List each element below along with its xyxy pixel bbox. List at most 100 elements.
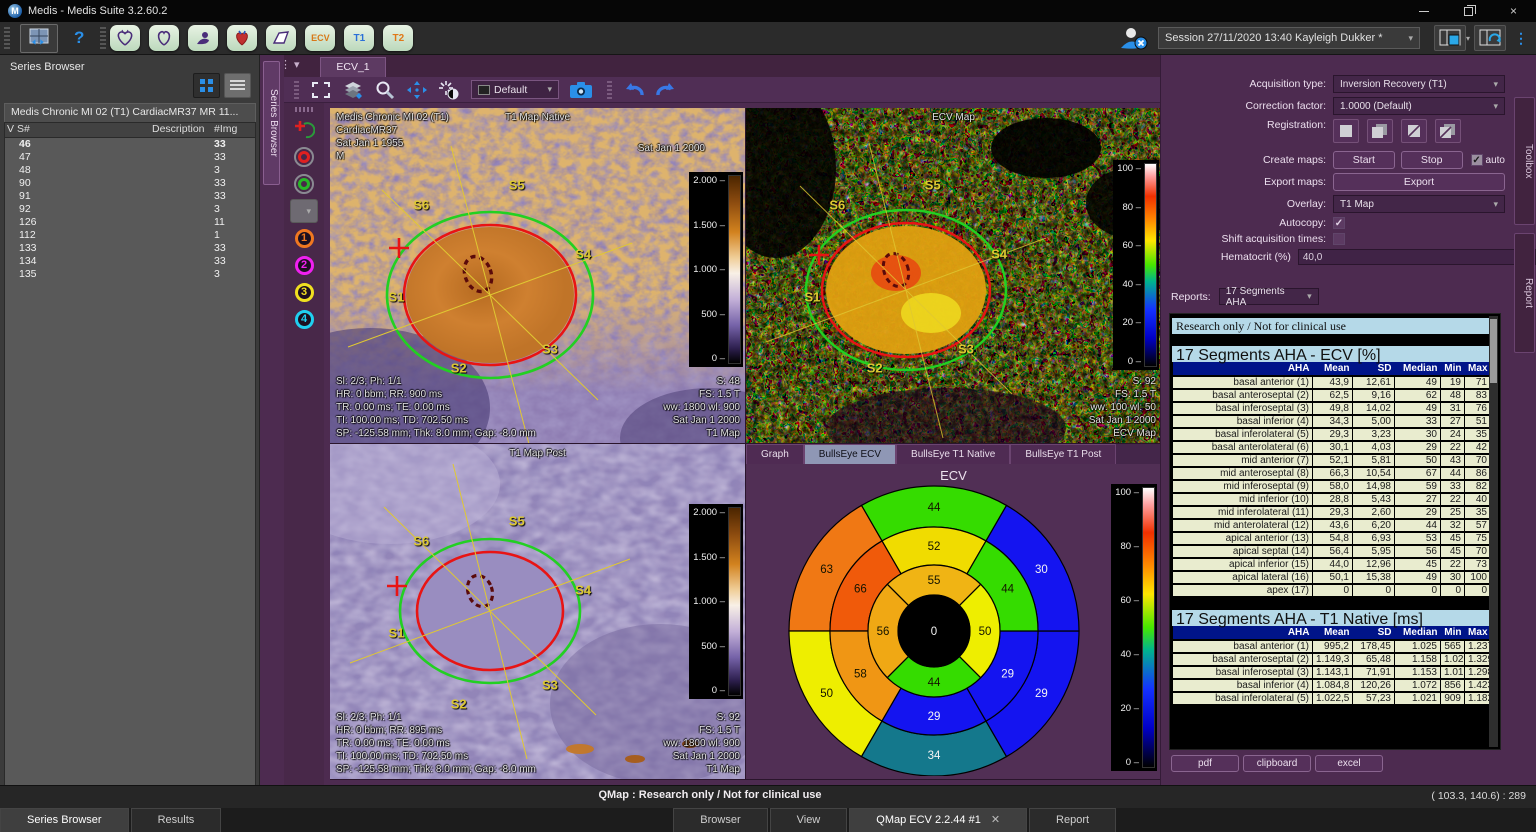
series-row[interactable]: 9133 [5, 190, 255, 203]
roi-1-tool[interactable]: 1 [290, 226, 318, 250]
ecv-app-icon[interactable]: ECV [305, 25, 335, 51]
roi-3-tool[interactable]: 3 [290, 280, 318, 304]
col-visible[interactable]: V [5, 123, 15, 137]
pan-icon[interactable] [404, 79, 430, 101]
close-button[interactable]: × [1491, 0, 1536, 22]
series-row[interactable]: 1353 [5, 268, 255, 281]
app-tab-browser[interactable]: Browser [673, 808, 767, 832]
grid-view-button[interactable] [193, 73, 220, 98]
reference-point-tool[interactable] [290, 118, 318, 142]
series-row[interactable]: 9033 [5, 177, 255, 190]
hematocrit-input[interactable] [1298, 249, 1536, 265]
series-browser-side-tab[interactable]: Series Browser [263, 61, 280, 185]
col-num-images[interactable]: #Img [212, 123, 252, 137]
col-description[interactable]: Description [150, 123, 212, 137]
autocopy-checkbox[interactable]: ✓ [1333, 217, 1345, 229]
acquisition-type-select[interactable]: Inversion Recovery (T1) [1333, 75, 1505, 93]
fit-to-view-icon[interactable] [308, 79, 334, 101]
pdf-button[interactable]: pdf [1171, 755, 1239, 772]
session-select[interactable]: Session 27/11/2020 13:40 Kayleigh Dukker… [1158, 27, 1420, 49]
start-button[interactable]: Start [1333, 151, 1395, 169]
window-level-icon[interactable] [436, 79, 462, 101]
bullseye-tab-bullseye-t1-native[interactable]: BullsEye T1 Native [896, 444, 1010, 464]
app-tab-qmap-ecv-2-2-44-1[interactable]: QMap ECV 2.2.44 #1✕ [849, 808, 1027, 832]
save-layout-caret[interactable]: ▾ [1466, 34, 1470, 43]
correction-factor-select[interactable]: 1.0000 (Default) [1333, 97, 1505, 115]
stop-button[interactable]: Stop [1401, 151, 1463, 169]
mesh-icon[interactable] [266, 25, 296, 51]
reset-layout-button[interactable] [1474, 25, 1506, 51]
roi-4-tool[interactable]: 4 [290, 307, 318, 331]
preset-select[interactable]: Default [471, 80, 559, 99]
undo-icon[interactable] [621, 79, 647, 101]
reports-select[interactable]: 17 Segments AHA [1219, 288, 1319, 305]
series-row[interactable]: 4733 [5, 151, 255, 164]
t1-app-icon[interactable]: T1 [344, 25, 374, 51]
clipboard-button[interactable]: clipboard [1243, 755, 1311, 772]
bullseye-tab-bullseye-t1-post[interactable]: BullsEye T1 Post [1010, 444, 1116, 464]
panel-ecv-map[interactable]: ECV Map S: 92FS: 1.5 Tww: 100 wl: 50Sat … [746, 108, 1161, 443]
panel-bullseye[interactable]: GraphBullsEye ECVBullsEye T1 NativeBulls… [746, 444, 1161, 779]
overlay-select[interactable]: T1 Map [1333, 195, 1505, 213]
auto-checkbox[interactable]: ✓ [1471, 154, 1483, 166]
registration-deform-button[interactable] [1435, 119, 1461, 143]
bottom-tab-results[interactable]: Results [131, 808, 222, 832]
report-scroll-thumb[interactable] [1490, 319, 1497, 383]
app-tab-view[interactable]: View [770, 808, 848, 832]
restore-button[interactable] [1446, 0, 1491, 22]
series-row[interactable]: 923 [5, 203, 255, 216]
toolbar-overflow-menu[interactable]: ⋮ [1514, 30, 1528, 47]
panel-t1-map-post[interactable]: T1 Map Post Sl: 2/3; Ph: 1/1HR: 0 bbm; R… [330, 444, 745, 779]
shift-times-checkbox[interactable] [1333, 233, 1345, 245]
series-row[interactable]: 4633 [5, 138, 255, 151]
viewport-toolbar-grip [294, 81, 299, 99]
epi-contour-tool[interactable] [290, 172, 318, 196]
viewport-toolbar-grip2 [607, 81, 612, 99]
bottom-tab-series-browser[interactable]: Series Browser [0, 808, 129, 832]
minimize-button[interactable] [1401, 0, 1446, 22]
panel-t1-map-native[interactable]: Medis Chronic MI 02 (T1)CardiacMR37Sat J… [330, 108, 745, 443]
t2-app-icon[interactable]: T2 [383, 25, 413, 51]
series-row[interactable]: 13433 [5, 255, 255, 268]
help-button[interactable]: ? [74, 28, 84, 48]
registration-stack-button[interactable] [1367, 119, 1393, 143]
endo-contour-tool[interactable] [290, 145, 318, 169]
patient-icon[interactable] [188, 25, 218, 51]
overlay-label: Overlay: [1161, 198, 1333, 210]
export-button[interactable]: Export [1333, 173, 1505, 191]
blood-pool-tool[interactable] [290, 199, 318, 223]
series-row[interactable]: 12611 [5, 216, 255, 229]
registration-none-button[interactable] [1333, 119, 1359, 143]
segment-label-s6: S6 [413, 198, 429, 213]
series-row[interactable]: 13333 [5, 242, 255, 255]
correction-factor-value: 1.0000 (Default) [1340, 101, 1412, 112]
segment-label-s4: S4 [575, 246, 591, 261]
list-view-button[interactable] [224, 73, 251, 98]
toolbox-side-tab[interactable]: Toolbox [1514, 97, 1535, 225]
layers-icon[interactable] [340, 79, 366, 101]
study-tab[interactable]: Medis Chronic MI 02 (T1) CardiacMR37 MR … [4, 103, 256, 122]
layout-button[interactable] [20, 24, 58, 53]
series-row[interactable]: 483 [5, 164, 255, 177]
viewport-tab-menu[interactable]: ⋮ ▾ [280, 58, 300, 71]
report-side-tab[interactable]: Report [1514, 233, 1535, 353]
roi-2-tool[interactable]: 2 [290, 253, 318, 277]
registration-rigid-button[interactable] [1401, 119, 1427, 143]
app-tab-report[interactable]: Report [1029, 808, 1116, 832]
redo-icon[interactable] [653, 79, 679, 101]
save-layout-button[interactable] [1434, 25, 1466, 51]
series-row[interactable]: 1121 [5, 229, 255, 242]
qmass-heart-icon[interactable] [110, 25, 140, 51]
col-series-number[interactable]: S# [15, 123, 150, 137]
bullseye-tab-graph[interactable]: Graph [746, 444, 804, 464]
image-grid: Medis Chronic MI 02 (T1)CardiacMR37Sat J… [330, 108, 1161, 780]
snapshot-icon[interactable] [568, 79, 594, 101]
report-scrollbar[interactable] [1489, 316, 1498, 747]
tab-ecv-1[interactable]: ECV_1 [320, 57, 386, 77]
magnifier-icon[interactable] [372, 79, 398, 101]
anatomy-heart-icon[interactable] [227, 25, 257, 51]
bullseye-tab-bullseye-ecv[interactable]: BullsEye ECV [804, 444, 896, 464]
lv-short-axis-icon[interactable] [149, 25, 179, 51]
excel-button[interactable]: excel [1315, 755, 1383, 772]
pin-icon[interactable]: ✕ [991, 814, 1000, 826]
